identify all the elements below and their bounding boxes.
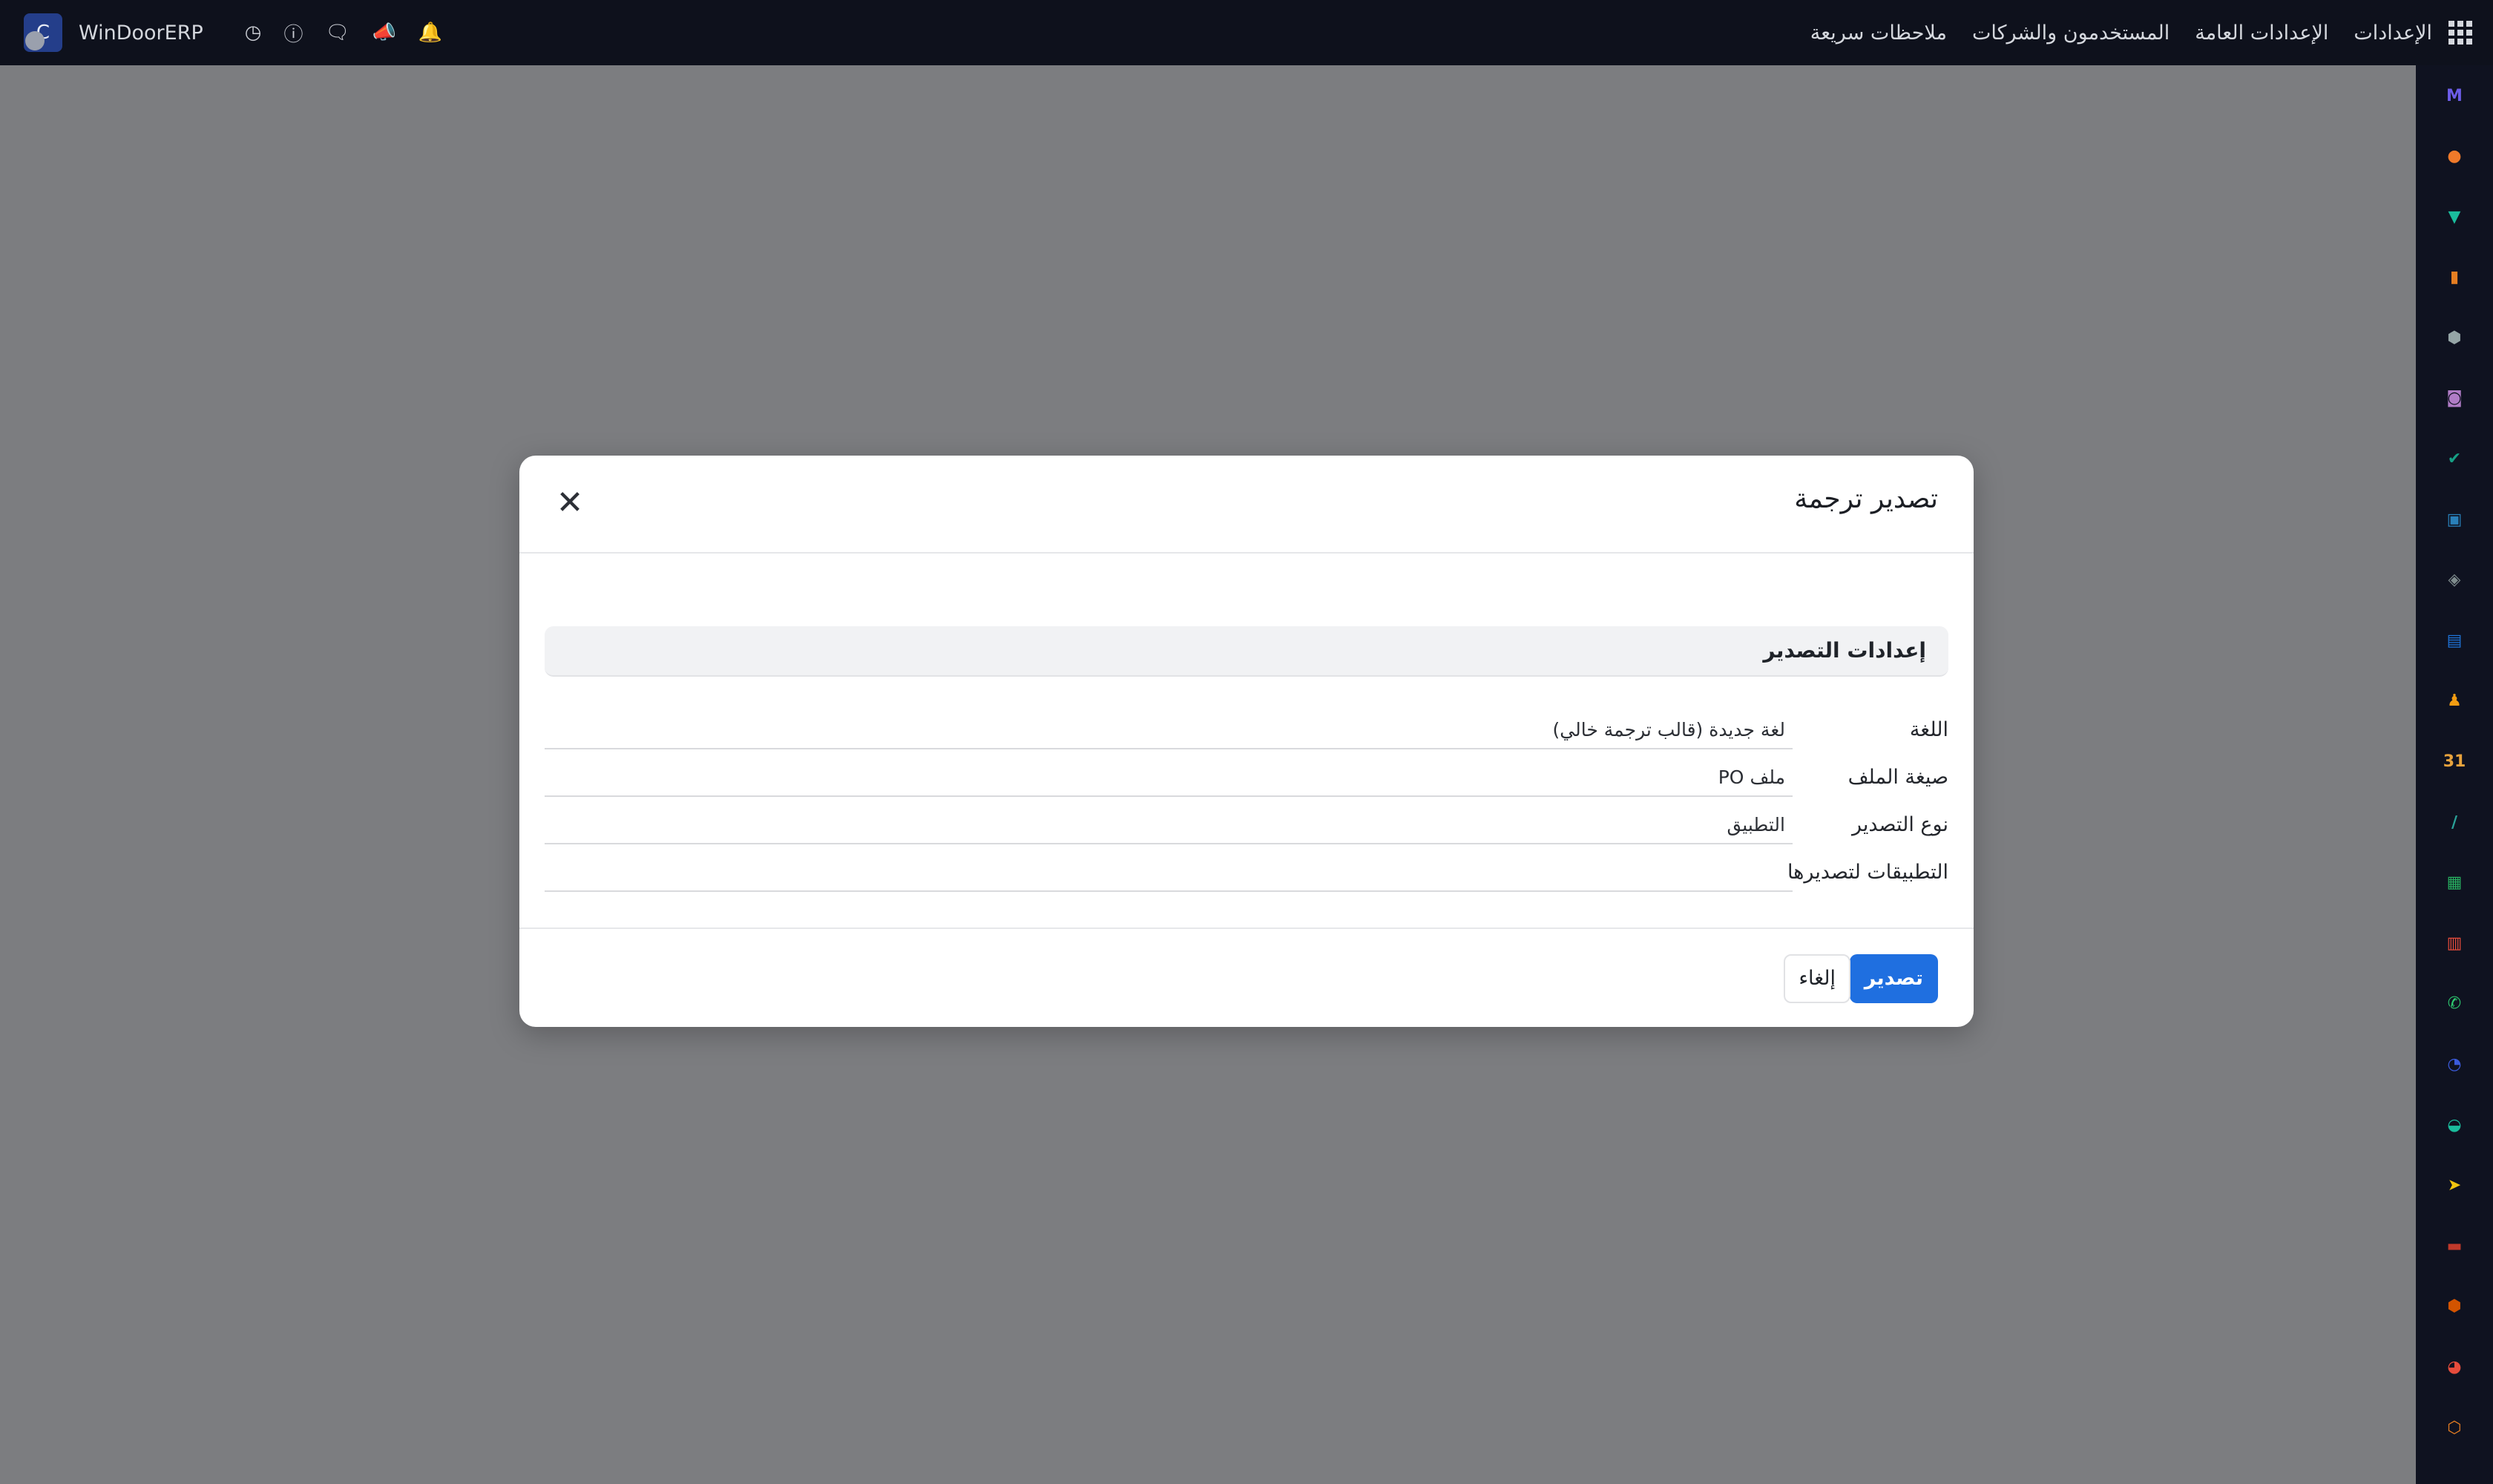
tasks-app-icon[interactable]: ✔	[2440, 445, 2469, 473]
field-language: اللغة لغة جديدة (قالب ترجمة خالي)	[545, 708, 1948, 755]
menu-settings[interactable]: الإعدادات	[2354, 22, 2432, 45]
dialog-footer: تصدير إلغاء	[519, 928, 1974, 1027]
modules-app-icon[interactable]: ⬢	[2440, 324, 2469, 352]
send-app-icon[interactable]: ➤	[2440, 1172, 2469, 1200]
cancel-button[interactable]: إلغاء	[1784, 954, 1850, 1003]
export-type-select[interactable]: التطبيق	[545, 806, 1793, 844]
company-avatar[interactable]: C	[24, 13, 62, 52]
employees-app-icon[interactable]: ♟	[2440, 687, 2469, 715]
contacts-app-icon[interactable]: ◙	[2440, 384, 2469, 413]
sign-app-icon[interactable]: ∕	[2440, 808, 2469, 836]
apps-to-export-label: التطبيقات لتصديرها	[1787, 861, 1948, 884]
reports-app-icon[interactable]: ▮	[2440, 263, 2469, 292]
close-button[interactable]: ✕	[552, 485, 588, 521]
navbar-icons: ◷ ⓘ 🗨 📣 🔔	[223, 19, 442, 47]
app-sidebar: M ● ▼ ▮ ⬢ ◙ ✔ ▣ ◈ ▤ ♟ 31 ∕ ▦ ▥ ✆ ◔ ◒ ➤ ▬ ⬢ ◕ ⬡	[2416, 65, 2493, 1484]
export-type-label: نوع التصدير	[1851, 813, 1948, 836]
field-file-format: صيغة الملف ملف PO	[545, 755, 1948, 803]
apps-grid-icon[interactable]	[2448, 21, 2472, 45]
export-settings-section: إعدادات التصدير	[545, 626, 1948, 677]
menu-general-settings[interactable]: الإعدادات العامة	[2195, 22, 2328, 45]
package-app-icon[interactable]: ◈	[2440, 566, 2469, 594]
chat-icon[interactable]: 🗨	[325, 22, 349, 44]
bell-icon[interactable]: 🔔	[418, 22, 442, 44]
board-app-icon[interactable]: ▣	[2440, 505, 2469, 533]
calendar-app-icon[interactable]: 31	[2440, 748, 2469, 776]
clock-icon[interactable]: ◷	[245, 22, 262, 44]
whatsapp-app-icon[interactable]: ✆	[2440, 990, 2469, 1018]
dashboard-app-icon[interactable]: ▥	[2440, 929, 2469, 957]
time-app-icon[interactable]: ◔	[2440, 1051, 2469, 1079]
menu-users-companies[interactable]: المستخدمون والشركات	[1972, 22, 2170, 45]
dialog-header: تصدير ترجمة ✕	[519, 456, 1974, 554]
top-navbar: C WinDoorERP ◷ ⓘ 🗨 📣 🔔 الإعدادات الإعداد…	[0, 0, 2493, 65]
company-name[interactable]: WinDoorERP	[79, 22, 203, 45]
close-icon: ✕	[556, 484, 584, 522]
inventory-app-icon[interactable]: ▼	[2440, 203, 2469, 231]
file-format-label: صيغة الملف	[1847, 766, 1948, 789]
documents-app-icon[interactable]: ▤	[2440, 626, 2469, 654]
directory-app-icon[interactable]: ▦	[2440, 869, 2469, 897]
navbar-left: C WinDoorERP ◷ ⓘ 🗨 📣 🔔	[24, 0, 442, 65]
section-title: إعدادات التصدير	[1763, 638, 1926, 663]
apps-to-export-input[interactable]	[545, 853, 1793, 892]
status-dot	[25, 31, 45, 50]
settings-app-icon[interactable]: ⬡	[2440, 1414, 2469, 1442]
export-translation-dialog: تصدير ترجمة ✕ إعدادات التصدير اللغة لغة …	[519, 456, 1974, 1027]
export-button[interactable]: تصدير	[1849, 954, 1938, 1003]
help-icon[interactable]: ⓘ	[283, 19, 303, 47]
accounting-app-icon[interactable]: ▬	[2440, 1232, 2469, 1260]
megaphone-icon[interactable]: 📣	[372, 22, 395, 44]
pie-app-icon[interactable]: ◕	[2440, 1353, 2469, 1381]
file-format-select[interactable]: ملف PO	[545, 758, 1793, 797]
navbar-right: الإعدادات الإعدادات العامة المستخدمون وا…	[1785, 0, 2472, 65]
menu-quick-notes[interactable]: ملاحظات سريعة	[1810, 22, 1947, 45]
language-select[interactable]: لغة جديدة (قالب ترجمة خالي)	[545, 711, 1793, 749]
language-label: اللغة	[1909, 718, 1948, 741]
sync-app-icon[interactable]: ◒	[2440, 1111, 2469, 1139]
dialog-title: تصدير ترجمة	[1794, 484, 1938, 514]
mail-app-icon[interactable]: M	[2440, 82, 2469, 110]
discuss-app-icon[interactable]: ●	[2440, 142, 2469, 171]
field-apps-to-export: التطبيقات لتصديرها	[545, 850, 1948, 898]
cube-app-icon[interactable]: ⬢	[2440, 1293, 2469, 1321]
field-export-type: نوع التصدير التطبيق	[545, 803, 1948, 850]
